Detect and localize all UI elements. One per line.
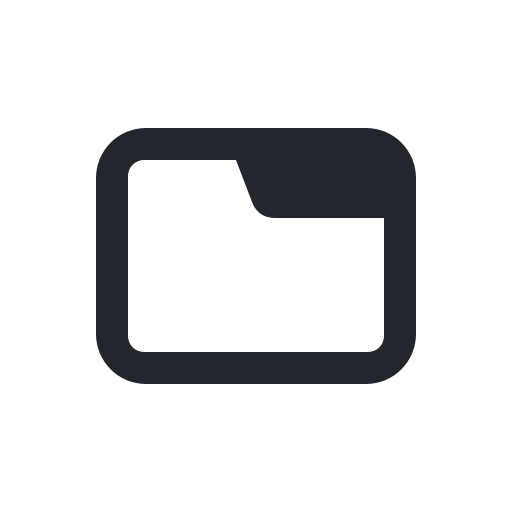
folder-outline: [96, 128, 416, 384]
icon-canvas: [0, 0, 512, 512]
folder-icon: [96, 128, 416, 384]
